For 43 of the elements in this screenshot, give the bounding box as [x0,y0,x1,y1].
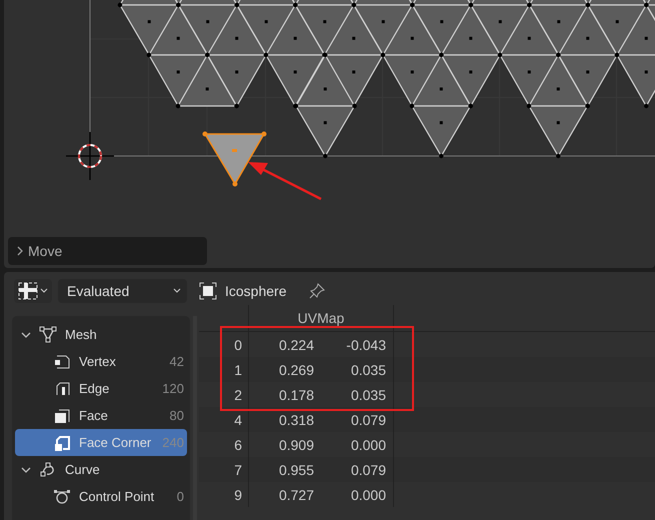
row-index: 4 [199,407,249,432]
column-header[interactable]: UVMap [249,305,394,331]
spreadsheet-icon [18,282,38,300]
object-name: Icosphere [225,283,286,299]
caret-icon [40,288,48,294]
object-icon [199,282,217,300]
row-index: 9 [199,482,249,507]
table-cell-text: 0.178 [278,386,315,402]
control-point-icon [53,488,71,506]
face-corner-icon [53,434,71,452]
table-cell-text: 0.224 [278,336,315,352]
face-icon [53,406,71,424]
table-cell: 0.000 [321,482,394,507]
table-cell: 0.079 [321,407,394,432]
selected-face[interactable] [202,132,266,186]
vertex-icon [53,352,71,370]
mesh-icon [39,326,57,344]
tree-item[interactable]: Edge 120 [15,375,187,402]
table-cell-text: 0.955 [278,462,315,478]
row-index: 7 [199,457,249,482]
table-cell-text: 0.727 [278,486,315,502]
editor-type-button[interactable] [14,279,52,303]
chevron-icon[interactable] [21,464,31,474]
table-cell: 0.079 [321,457,394,482]
table-cell-text: 0.318 [278,412,315,428]
tree-item[interactable]: Face 80 [15,402,187,429]
redo-panel-label: Move [28,243,62,259]
caret-icon [173,288,181,294]
tree-group-label: Mesh [65,327,97,342]
tree-item[interactable]: Control Point 0 [15,483,187,510]
tree-item[interactable]: Face Corner 240 [15,429,187,456]
table-cell-text: 0.269 [278,362,315,378]
curve-icon [39,460,57,478]
chevron-icon[interactable] [21,330,31,340]
table-cell: 0.035 [321,357,394,382]
row-index: 1 [199,357,249,382]
evaluation-dropdown[interactable]: Evaluated [58,279,187,303]
table-cell-text: 0.909 [278,436,315,452]
pin-icon[interactable] [308,282,326,300]
tree-group-label: Curve [65,462,100,477]
tree-item[interactable]: Vertex 42 [15,348,187,375]
redo-panel[interactable]: Move [8,237,207,265]
cursor-icon[interactable] [66,132,114,180]
